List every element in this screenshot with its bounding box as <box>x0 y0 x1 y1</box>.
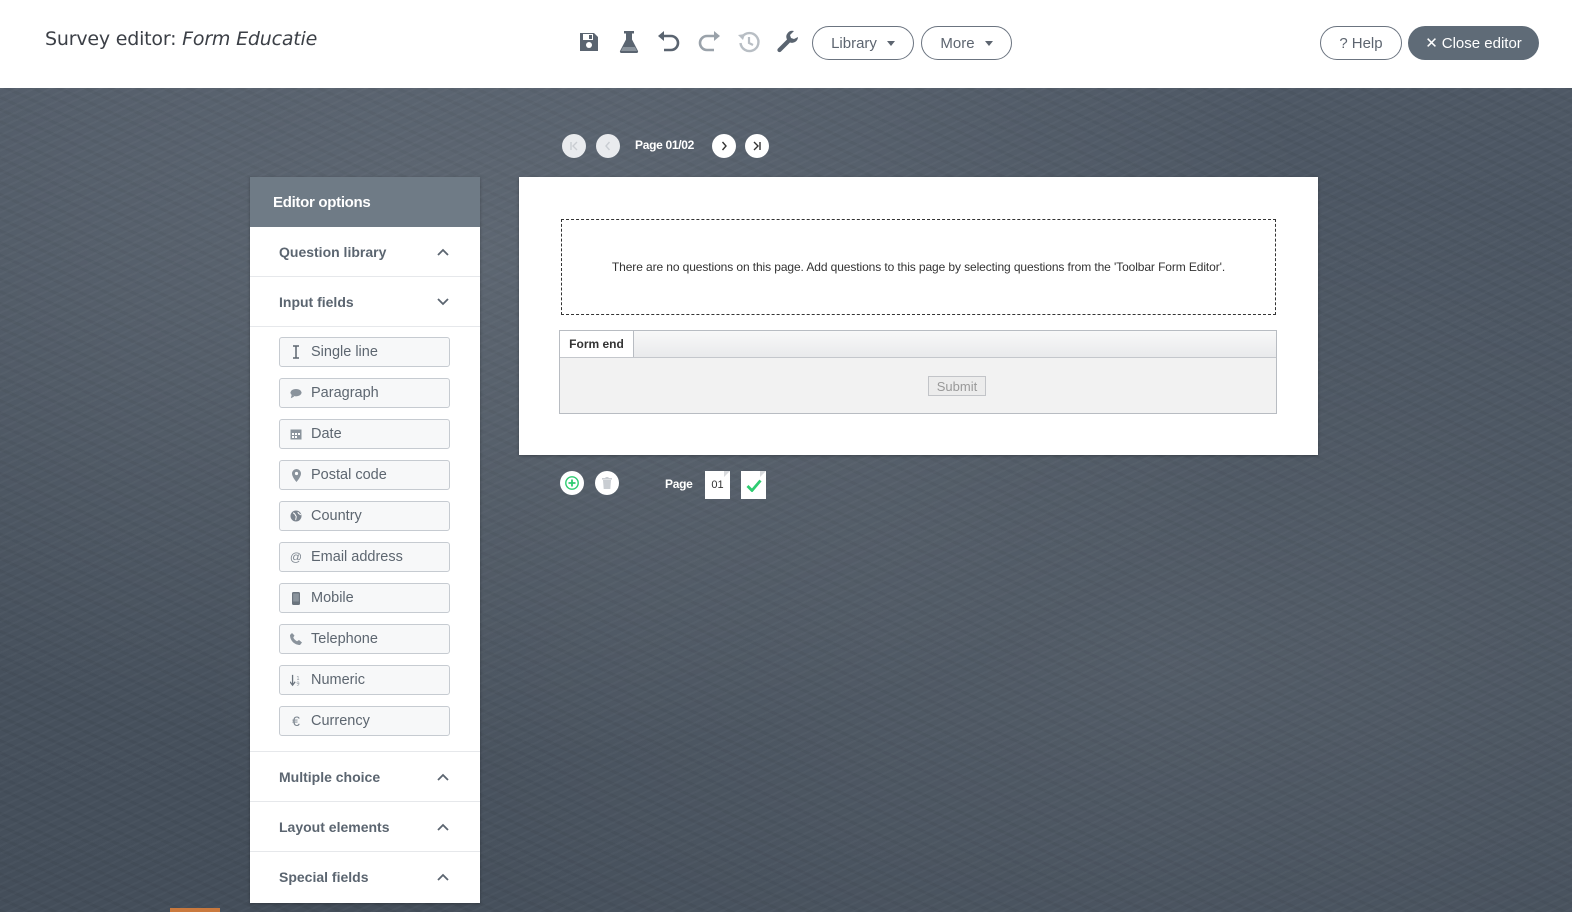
close-icon: ✕ <box>1425 35 1438 52</box>
close-editor-button[interactable]: ✕ Close editor <box>1408 26 1539 60</box>
add-page-button[interactable] <box>560 471 584 495</box>
help-button[interactable]: ? Help <box>1320 26 1402 60</box>
svg-text:9: 9 <box>296 681 299 686</box>
check-icon <box>746 479 762 492</box>
last-page-button[interactable] <box>745 134 769 158</box>
section-label: Special fields <box>279 869 369 885</box>
section-multiple-choice[interactable]: Multiple choice <box>250 752 480 802</box>
history-icon[interactable] <box>734 27 764 57</box>
chevron-up-icon <box>436 870 450 884</box>
euro-icon: € <box>292 713 300 729</box>
decorative-strip <box>170 908 220 912</box>
section-label: Question library <box>279 243 387 260</box>
title-prefix: Survey editor: <box>45 28 177 50</box>
phone-icon <box>290 632 302 646</box>
form-end-bar: Form end <box>560 331 1276 358</box>
field-paragraph[interactable]: Paragraph <box>279 378 450 408</box>
mobile-icon <box>290 591 302 605</box>
section-label: Layout elements <box>279 818 390 835</box>
field-postal-code[interactable]: Postal code <box>279 460 450 490</box>
text-cursor-icon <box>290 345 302 359</box>
form-page: There are no questions on this page. Add… <box>519 177 1318 455</box>
section-label: Multiple choice <box>279 768 381 785</box>
flask-icon[interactable] <box>614 27 644 57</box>
more-label: More <box>940 34 975 52</box>
field-single-line[interactable]: Single line <box>279 337 450 367</box>
at-icon: @ <box>289 550 303 564</box>
page-indicator: Page 01/02 <box>635 138 695 152</box>
submit-button[interactable]: Submit <box>928 376 986 396</box>
field-date[interactable]: Date <box>279 419 450 449</box>
caret-down-icon <box>984 40 993 46</box>
comment-icon <box>290 386 302 400</box>
chevron-up-icon <box>436 770 450 784</box>
undo-icon[interactable] <box>654 27 684 57</box>
chevron-up-icon <box>436 245 450 259</box>
question-dropzone[interactable]: There are no questions on this page. Add… <box>561 219 1276 315</box>
form-name: Form Educatie <box>182 28 318 50</box>
library-dropdown[interactable]: Library <box>812 26 914 60</box>
question-mark-icon: ? <box>1339 34 1348 52</box>
editor-options-title: Editor options <box>250 177 480 227</box>
page-number-input[interactable]: 01 <box>705 471 730 499</box>
section-label: Input fields <box>279 293 354 310</box>
globe-icon <box>290 509 302 523</box>
help-label: Help <box>1351 34 1383 52</box>
first-page-button[interactable] <box>562 134 586 158</box>
field-currency[interactable]: € Currency <box>279 706 450 736</box>
section-layout-elements[interactable]: Layout elements <box>250 802 480 852</box>
page-fold <box>760 471 766 477</box>
map-pin-icon <box>290 468 302 482</box>
field-country[interactable]: Country <box>279 501 450 531</box>
page-fold <box>724 471 730 477</box>
editor-header: Survey editor: Form Educatie Library Mor… <box>0 0 1572 88</box>
field-mobile[interactable]: Mobile <box>279 583 450 613</box>
section-input-fields[interactable]: Input fields <box>250 277 480 327</box>
delete-page-button[interactable] <box>595 471 619 495</box>
redo-icon[interactable] <box>694 27 724 57</box>
calendar-icon <box>290 427 302 441</box>
sort-numeric-icon: 19 <box>290 673 302 687</box>
field-telephone[interactable]: Telephone <box>279 624 450 654</box>
page-number-label: Page <box>665 477 693 491</box>
section-question-library[interactable]: Question library <box>250 227 480 277</box>
close-editor-label: Close editor <box>1441 34 1522 52</box>
form-end-block[interactable]: Form end Submit <box>559 330 1277 414</box>
caret-down-icon <box>886 40 895 46</box>
page-title: Survey editor: Form Educatie <box>45 28 317 50</box>
next-page-button[interactable] <box>712 134 736 158</box>
wrench-icon[interactable] <box>774 27 804 57</box>
confirm-page-button[interactable] <box>741 471 766 499</box>
chevron-down-icon <box>436 295 450 309</box>
field-numeric[interactable]: 19 Numeric <box>279 665 450 695</box>
form-end-tab[interactable]: Form end <box>560 331 634 357</box>
section-special-fields[interactable]: Special fields <box>250 852 480 902</box>
editor-options-panel: Editor options Question library Input fi… <box>250 177 480 903</box>
empty-page-message: There are no questions on this page. Add… <box>611 260 1226 274</box>
library-label: Library <box>831 34 877 52</box>
field-email-address[interactable]: @ Email address <box>279 542 450 572</box>
more-dropdown[interactable]: More <box>921 26 1012 60</box>
previous-page-button[interactable] <box>596 134 620 158</box>
chevron-up-icon <box>436 820 450 834</box>
save-icon[interactable] <box>574 27 604 57</box>
input-fields-list: Single line Paragraph Date Postal code C… <box>250 327 480 752</box>
